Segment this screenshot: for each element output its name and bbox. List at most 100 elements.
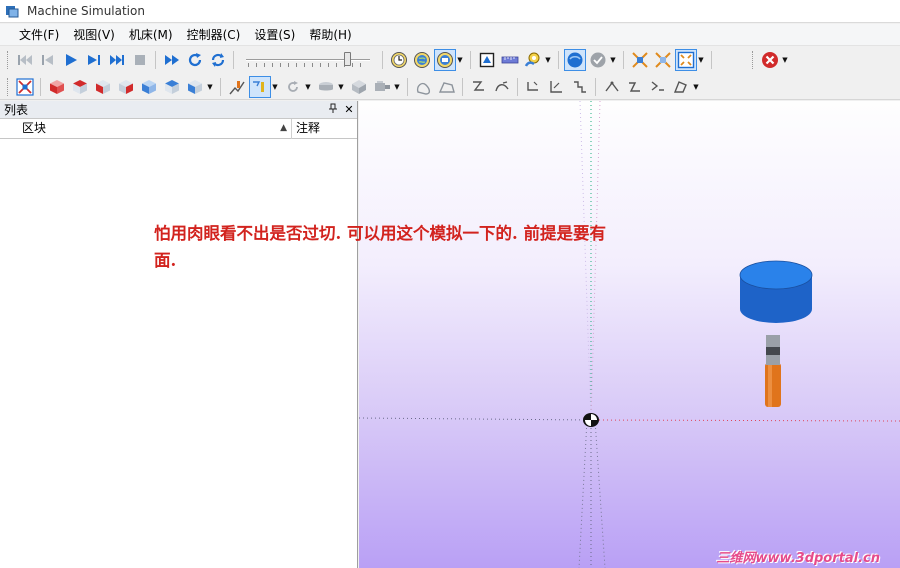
toolbar-grip[interactable]	[7, 51, 10, 69]
measure-shape-alt-button[interactable]	[436, 76, 458, 98]
zoom-window-button[interactable]	[652, 49, 674, 71]
menu-view[interactable]: 视图(V)	[66, 25, 122, 45]
close-simulation-button[interactable]	[759, 49, 781, 71]
view-front-button[interactable]	[92, 76, 114, 98]
window-title: Machine Simulation	[27, 4, 145, 18]
skip-to-end-button[interactable]	[106, 49, 128, 71]
part-button[interactable]	[348, 76, 370, 98]
speed-slider-thumb[interactable]	[344, 52, 351, 66]
cutter-tool[interactable]	[739, 260, 813, 407]
view-iso-button[interactable]	[46, 76, 68, 98]
path-zigzag-icon	[472, 80, 484, 91]
stock-icon	[318, 81, 333, 90]
annotation-text: 怕用肉眼看不出是否过切. 可以用这个模拟一下的. 前提是要有面.	[154, 224, 606, 270]
play-button[interactable]	[60, 49, 82, 71]
menu-file[interactable]: 文件(F)	[12, 25, 66, 45]
zoom-all-button[interactable]	[674, 49, 697, 71]
display-icon	[436, 52, 453, 68]
path-corner-icon	[526, 81, 538, 91]
rotate-dropdown[interactable]: ▼	[304, 76, 312, 98]
toolbar-grip-2[interactable]	[7, 77, 10, 96]
tool-display-dropdown[interactable]: ▼	[271, 76, 279, 98]
path-g-button[interactable]	[624, 76, 646, 98]
measure-shape-button[interactable]	[413, 76, 435, 98]
shaded-view-button[interactable]	[563, 49, 586, 71]
path-tool-b-icon	[628, 81, 640, 92]
menu-machine[interactable]: 机床(M)	[122, 25, 180, 45]
path-tool-a-icon	[604, 81, 619, 91]
close-icon[interactable]: ✕	[341, 102, 357, 118]
menu-settings[interactable]: 设置(S)	[247, 25, 302, 45]
view-mode-dropdown[interactable]: ▼	[456, 49, 464, 71]
view-orientation-dropdown[interactable]: ▼	[206, 76, 214, 98]
list-body[interactable]	[0, 139, 357, 567]
simulation-viewport[interactable]	[359, 101, 900, 568]
menu-controller[interactable]: 控制器(C)	[180, 25, 248, 45]
view-right-button[interactable]	[115, 76, 137, 98]
tool-settings-dropdown[interactable]: ▼	[544, 49, 552, 71]
close-simulation-dropdown[interactable]: ▼	[781, 49, 789, 71]
menu-help[interactable]: 帮助(H)	[302, 25, 358, 45]
toolbar-view: ▼ ▼ ▼ ▼ ▼ ▼	[0, 74, 900, 100]
path-d-button[interactable]	[546, 76, 568, 98]
menu-bar: 文件(F) 视图(V) 机床(M) 控制器(C) 设置(S) 帮助(H)	[0, 24, 900, 46]
tool-settings-button[interactable]	[522, 49, 544, 71]
path-e-button[interactable]	[569, 76, 591, 98]
tool-display-button[interactable]	[248, 75, 271, 98]
rotate-button[interactable]	[282, 76, 304, 98]
tool-display-icon	[252, 80, 264, 92]
view-mode-button[interactable]	[433, 49, 456, 71]
fixture-dropdown[interactable]: ▼	[393, 76, 401, 98]
tool-path-button[interactable]	[226, 76, 248, 98]
pin-icon[interactable]	[325, 102, 341, 118]
path-i-button[interactable]	[670, 76, 692, 98]
globe-button[interactable]	[411, 49, 433, 71]
watermark: 三维网www.3dportal.cn	[716, 551, 880, 566]
refresh-icon	[211, 53, 224, 67]
view-top-button[interactable]	[69, 76, 91, 98]
sort-ascending-icon: ▲	[280, 123, 287, 133]
stock-button[interactable]	[315, 76, 337, 98]
stop-button[interactable]	[129, 49, 151, 71]
path-dropdown[interactable]: ▼	[692, 76, 700, 98]
list-panel-header: 列表 ✕	[0, 101, 357, 119]
ruler-button[interactable]	[499, 49, 521, 71]
cube-bottom-icon	[164, 79, 179, 94]
clock-button[interactable]	[388, 49, 410, 71]
reset-button[interactable]	[207, 49, 229, 71]
stop-icon	[134, 55, 145, 65]
stock-dropdown[interactable]: ▼	[337, 76, 345, 98]
shape-outline-icon	[416, 82, 430, 95]
path-c-button[interactable]	[523, 76, 545, 98]
zoom-dropdown[interactable]: ▼	[697, 49, 705, 71]
app-icon	[5, 4, 19, 18]
skip-to-start-button[interactable]	[14, 49, 36, 71]
column-comment[interactable]: 注释	[292, 119, 356, 139]
fixture-button[interactable]	[371, 76, 393, 98]
view-style-dropdown[interactable]: ▼	[609, 49, 617, 71]
globe-icon	[413, 52, 430, 68]
view-back-button[interactable]	[138, 76, 160, 98]
cube-front-icon	[95, 79, 110, 94]
path-a-button[interactable]	[468, 76, 490, 98]
step-forward-button[interactable]	[83, 49, 105, 71]
zoom-all-icon	[677, 51, 694, 69]
path-f-button[interactable]	[601, 76, 623, 98]
view-bottom-button[interactable]	[161, 76, 183, 98]
list-panel-title: 列表	[4, 103, 29, 117]
path-h-button[interactable]	[647, 76, 669, 98]
path-tool-c-icon	[651, 80, 664, 91]
loop-icon	[188, 53, 201, 67]
axis-triad-button[interactable]	[14, 76, 36, 98]
view-left-button[interactable]	[184, 76, 206, 98]
fit-view-button[interactable]	[629, 49, 651, 71]
path-b-button[interactable]	[491, 76, 513, 98]
machine-view-button[interactable]	[476, 49, 498, 71]
loop-button[interactable]	[184, 49, 206, 71]
x-axis-line	[590, 419, 900, 422]
column-block[interactable]: 区块 ▲	[0, 119, 292, 139]
speed-slider[interactable]	[246, 49, 370, 71]
fast-forward-button[interactable]	[161, 49, 183, 71]
step-back-button[interactable]	[37, 49, 59, 71]
wire-view-button[interactable]	[587, 49, 609, 71]
